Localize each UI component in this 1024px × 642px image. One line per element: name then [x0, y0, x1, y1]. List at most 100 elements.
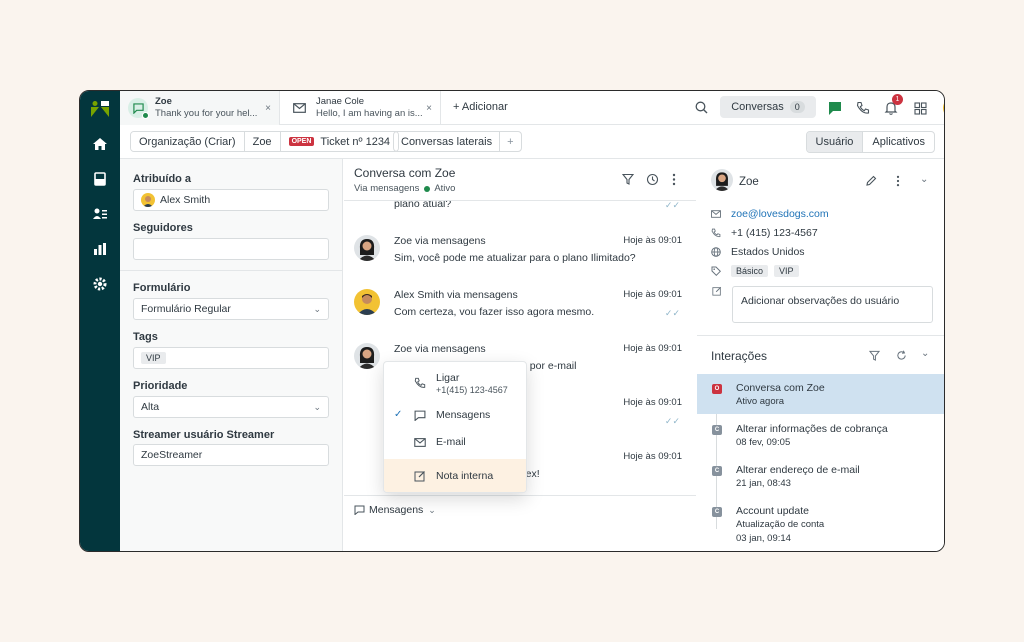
breadcrumb-ticket[interactable]: OPEN Ticket nº 1234 [280, 132, 399, 151]
breadcrumb: Organização (Criar) Zoe OPEN Ticket nº 1… [130, 131, 400, 152]
menu-item-phone: +1(415) 123-4567 [436, 385, 508, 395]
user-email[interactable]: zoe@lovesdogs.com [731, 208, 829, 220]
online-status-dot [142, 112, 149, 119]
views-icon[interactable] [92, 171, 108, 187]
message-author: Zoe via mensagens [394, 235, 486, 247]
assignee-field[interactable]: Alex Smith [133, 189, 329, 211]
user-phone-row: +1 (415) 123-4567 [711, 227, 818, 239]
customer-avatar [711, 169, 733, 191]
interaction-subtitle: Atualização de conta [736, 519, 825, 530]
talk-button[interactable] [851, 96, 875, 120]
close-tab-icon[interactable]: × [265, 103, 271, 114]
user-tag-basic: Básico [731, 265, 769, 277]
form-select[interactable]: Formulário Regular ⌄ [133, 298, 329, 320]
products-menu-button[interactable] [908, 96, 932, 120]
context-panel-toggle: Usuário Aplicativos [805, 131, 935, 153]
chevron-down-icon: ⌄ [428, 504, 436, 515]
menu-item-internal-note[interactable]: Nota interna [384, 470, 526, 490]
composer: Mensagens ⌄ [344, 495, 696, 551]
assignee-label: Atribuído a [133, 173, 192, 185]
zendesk-logo-icon[interactable] [91, 101, 109, 117]
phone-icon [711, 228, 721, 238]
delivered-check-icon: ✓✓ [664, 201, 680, 210]
reporting-icon[interactable] [92, 241, 108, 257]
ticket-number: Ticket nº 1234 [320, 135, 391, 148]
menu-item-label: Ligar [436, 372, 460, 384]
form-label: Formulário [133, 282, 191, 294]
customer-avatar [354, 235, 380, 261]
interaction-item[interactable]: C Alterar informações de cobrança 08 fev… [697, 415, 944, 455]
user-tag-vip: VIP [774, 265, 799, 277]
conversation-title: Conversa com Zoe [354, 166, 456, 180]
message-time: Hoje às 09:01 [623, 451, 682, 462]
side-conversations-button[interactable]: Conversas laterais [394, 132, 499, 151]
messaging-status-button[interactable] [823, 96, 847, 120]
email-icon [414, 438, 426, 447]
message-time: Hoje às 09:01 [623, 235, 682, 246]
conversations-button[interactable]: Conversas 0 [720, 96, 816, 118]
search-icon[interactable] [695, 101, 708, 114]
ticket-tab-janae[interactable]: Janae Cole Hello, I am having an is... × [281, 91, 441, 125]
user-name: Zoe [739, 176, 759, 188]
message-author: Alex Smith via mensagens [394, 289, 518, 301]
menu-item-email[interactable]: E-mail [384, 436, 526, 456]
settings-gear-icon[interactable] [92, 276, 108, 292]
refresh-icon[interactable] [896, 350, 907, 361]
user-country: Estados Unidos [731, 246, 805, 258]
message-body: Sim, você pode me atualizar para o plano… [394, 252, 636, 264]
interaction-status-badge: O [712, 384, 722, 394]
menu-item-messaging[interactable]: ✓ Mensagens [384, 409, 526, 429]
customers-icon[interactable] [92, 206, 108, 222]
filter-icon[interactable] [622, 173, 634, 185]
interaction-title: Conversa com Zoe [736, 382, 825, 394]
interaction-item[interactable]: C Account update Atualização de conta 03… [697, 497, 944, 545]
priority-label: Prioridade [133, 380, 188, 392]
breadcrumb-organization[interactable]: Organização (Criar) [131, 132, 245, 151]
add-side-conversation-button[interactable]: + [499, 132, 520, 151]
user-phone: +1 (415) 123-4567 [731, 227, 818, 239]
more-options-icon[interactable] [672, 173, 676, 186]
phone-icon [414, 377, 426, 388]
home-icon[interactable] [92, 136, 108, 152]
tab-apps[interactable]: Aplicativos [863, 132, 934, 152]
ticket-header-bar: Organização (Criar) Zoe OPEN Ticket nº 1… [120, 125, 944, 159]
breadcrumb-user[interactable]: Zoe [244, 132, 281, 151]
user-email-row: zoe@lovesdogs.com [711, 208, 829, 220]
filter-icon[interactable] [869, 350, 880, 361]
active-status-dot [424, 185, 431, 192]
edit-pencil-icon[interactable] [865, 175, 877, 187]
delivered-check-icon: ✓✓ [664, 308, 680, 318]
status-badge: OPEN [288, 137, 315, 146]
conversation-subtitle: Via mensagens Ativo [354, 183, 455, 194]
interaction-item[interactable]: C Alterar endereço de e-mail 21 jan, 08:… [697, 456, 944, 496]
streamer-field[interactable]: ZoeStreamer [133, 444, 329, 466]
interaction-subtitle: Ativo agora [736, 396, 785, 407]
user-header: Zoe ⌄ [697, 159, 944, 203]
more-options-icon[interactable] [896, 175, 900, 187]
conversations-count: 0 [789, 101, 805, 113]
user-location-row: Estados Unidos [711, 246, 805, 258]
tags-field[interactable]: VIP [133, 347, 329, 369]
tab-user[interactable]: Usuário [806, 132, 864, 152]
channel-menu: Ligar +1(415) 123-4567 ✓ Mensagens E-mai… [383, 361, 527, 493]
message-time: Hoje às 09:01 [623, 397, 682, 408]
close-tab-icon[interactable]: × [426, 103, 432, 114]
menu-item-call[interactable]: Ligar +1(415) 123-4567 [384, 372, 526, 400]
user-notes-placeholder: Adicionar observações do usuário [741, 295, 900, 307]
history-icon[interactable] [646, 173, 659, 186]
ticket-tab-zoe[interactable]: Zoe Thank you for your hel... × [120, 91, 280, 125]
user-notes-field[interactable]: Adicionar observações do usuário [732, 286, 933, 323]
add-tab-button[interactable]: + Adicionar [453, 101, 508, 113]
agent-avatar[interactable] [943, 97, 944, 119]
followers-field[interactable] [133, 238, 329, 260]
priority-select[interactable]: Alta ⌄ [133, 396, 329, 418]
notification-count-badge: 1 [892, 94, 903, 105]
interaction-item[interactable]: O Conversa com Zoe Ativo agora [697, 374, 944, 414]
message-body: Com certeza, vou fazer isso agora mesmo. [394, 306, 595, 318]
notifications-button[interactable]: 1 [879, 94, 903, 120]
channel-switcher[interactable]: Mensagens ⌄ [354, 504, 436, 516]
chevron-down-icon[interactable]: ⌄ [921, 348, 929, 359]
chevron-down-icon[interactable]: ⌄ [920, 174, 928, 185]
form-value: Formulário Regular [141, 303, 231, 315]
interaction-status-badge: C [712, 466, 722, 476]
